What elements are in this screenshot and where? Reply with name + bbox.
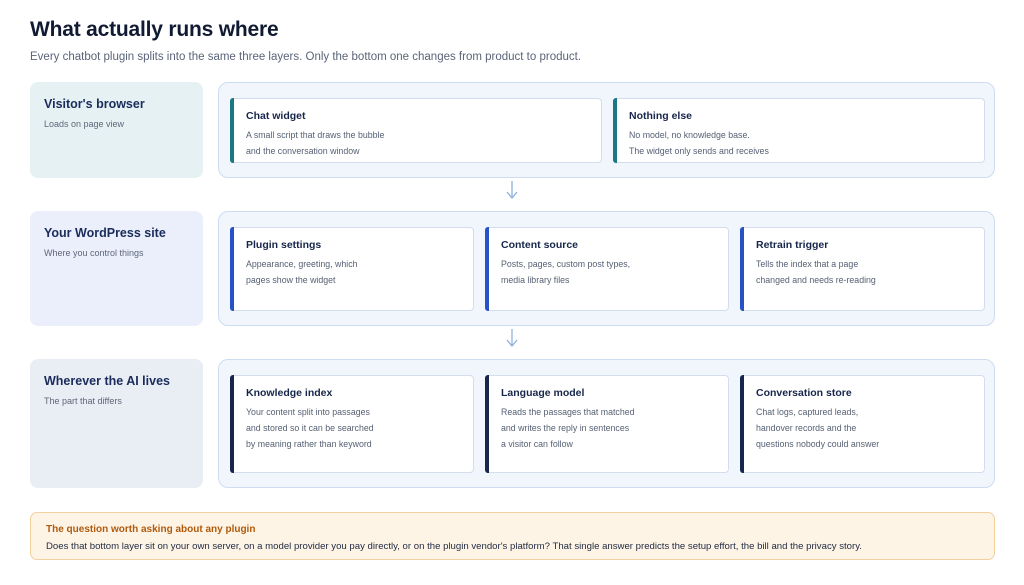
layer-label-ai: Wherever the AI lives The part that diff… xyxy=(30,359,203,488)
card-line: Chat logs, captured leads, xyxy=(756,407,859,417)
card-body: A small script that draws the bubble and… xyxy=(246,127,589,159)
card-conversation-store: Conversation store Chat logs, captured l… xyxy=(740,375,985,473)
card-accent-bar xyxy=(230,227,234,311)
card-plugin-settings: Plugin settings Appearance, greeting, wh… xyxy=(230,227,474,311)
card-retrain-trigger: Retrain trigger Tells the index that a p… xyxy=(740,227,985,311)
card-body: Reads the passages that matched and writ… xyxy=(501,404,716,452)
card-nothing-else: Nothing else No model, no knowledge base… xyxy=(613,98,985,163)
card-accent-bar xyxy=(485,227,489,311)
card-accent-bar xyxy=(740,375,744,473)
card-knowledge-index: Knowledge index Your content split into … xyxy=(230,375,474,473)
card-line: handover records and the xyxy=(756,423,857,433)
card-accent-bar xyxy=(613,98,617,163)
layer-subtitle: Loads on page view xyxy=(44,119,125,129)
arrow-down-icon xyxy=(506,329,518,348)
card-line: The widget only sends and receives xyxy=(629,146,769,156)
card-content-source: Content source Posts, pages, custom post… xyxy=(485,227,729,311)
callout-body: Does that bottom layer sit on your own s… xyxy=(46,541,862,552)
card-body: Appearance, greeting, which pages show t… xyxy=(246,256,461,288)
card-line: Reads the passages that matched xyxy=(501,407,635,417)
card-body: Chat logs, captured leads, handover reco… xyxy=(756,404,972,452)
card-accent-bar xyxy=(740,227,744,311)
card-accent-bar xyxy=(485,375,489,473)
layer-title: Your WordPress site xyxy=(44,226,166,240)
card-title: Retrain trigger xyxy=(756,239,829,251)
card-body: Your content split into passages and sto… xyxy=(246,404,461,452)
card-body: Posts, pages, custom post types, media l… xyxy=(501,256,716,288)
card-line: questions nobody could answer xyxy=(756,439,880,449)
layer-title: Wherever the AI lives xyxy=(44,374,170,388)
card-line: Tells the index that a page xyxy=(756,259,859,269)
layer-panel-ai: Knowledge index Your content split into … xyxy=(218,359,995,488)
layer-title: Visitor's browser xyxy=(44,97,145,111)
card-title: Chat widget xyxy=(246,110,306,122)
card-line: Appearance, greeting, which xyxy=(246,259,358,269)
card-title: Language model xyxy=(501,387,585,399)
card-line: media library files xyxy=(501,275,570,285)
layer-panel-wordpress: Plugin settings Appearance, greeting, wh… xyxy=(218,211,995,326)
card-title: Knowledge index xyxy=(246,387,333,399)
card-line: and writes the reply in sentences xyxy=(501,423,630,433)
card-line: a visitor can follow xyxy=(501,439,573,449)
card-line: Posts, pages, custom post types, xyxy=(501,259,631,269)
layer-label-wordpress: Your WordPress site Where you control th… xyxy=(30,211,203,326)
card-line: No model, no knowledge base. xyxy=(629,130,750,140)
layer-panel-browser: Chat widget A small script that draws th… xyxy=(218,82,995,178)
page-title: What actually runs where xyxy=(30,18,279,41)
card-language-model: Language model Reads the passages that m… xyxy=(485,375,729,473)
callout-box: The question worth asking about any plug… xyxy=(30,512,995,560)
card-accent-bar xyxy=(230,375,234,473)
card-title: Nothing else xyxy=(629,110,693,122)
layer-subtitle: The part that differs xyxy=(44,396,122,406)
card-line: and stored so it can be searched xyxy=(246,423,374,433)
card-line: pages show the widget xyxy=(246,275,336,285)
card-chat-widget: Chat widget A small script that draws th… xyxy=(230,98,602,163)
card-title: Content source xyxy=(501,239,579,251)
card-title: Conversation store xyxy=(756,387,852,399)
arrow-down-icon xyxy=(506,181,518,200)
card-title: Plugin settings xyxy=(246,239,322,251)
card-line: by meaning rather than keyword xyxy=(246,439,372,449)
layer-subtitle: Where you control things xyxy=(44,248,144,258)
page-subtitle: Every chatbot plugin splits into the sam… xyxy=(30,51,582,63)
callout-title: The question worth asking about any plug… xyxy=(46,524,256,535)
card-line: A small script that draws the bubble xyxy=(246,130,385,140)
card-body: No model, no knowledge base. The widget … xyxy=(629,127,972,159)
card-body: Tells the index that a page changed and … xyxy=(756,256,972,288)
card-line: changed and needs re-reading xyxy=(756,275,876,285)
card-accent-bar xyxy=(230,98,234,163)
card-line: and the conversation window xyxy=(246,146,360,156)
layer-label-browser: Visitor's browser Loads on page view xyxy=(30,82,203,178)
card-line: Your content split into passages xyxy=(246,407,370,417)
